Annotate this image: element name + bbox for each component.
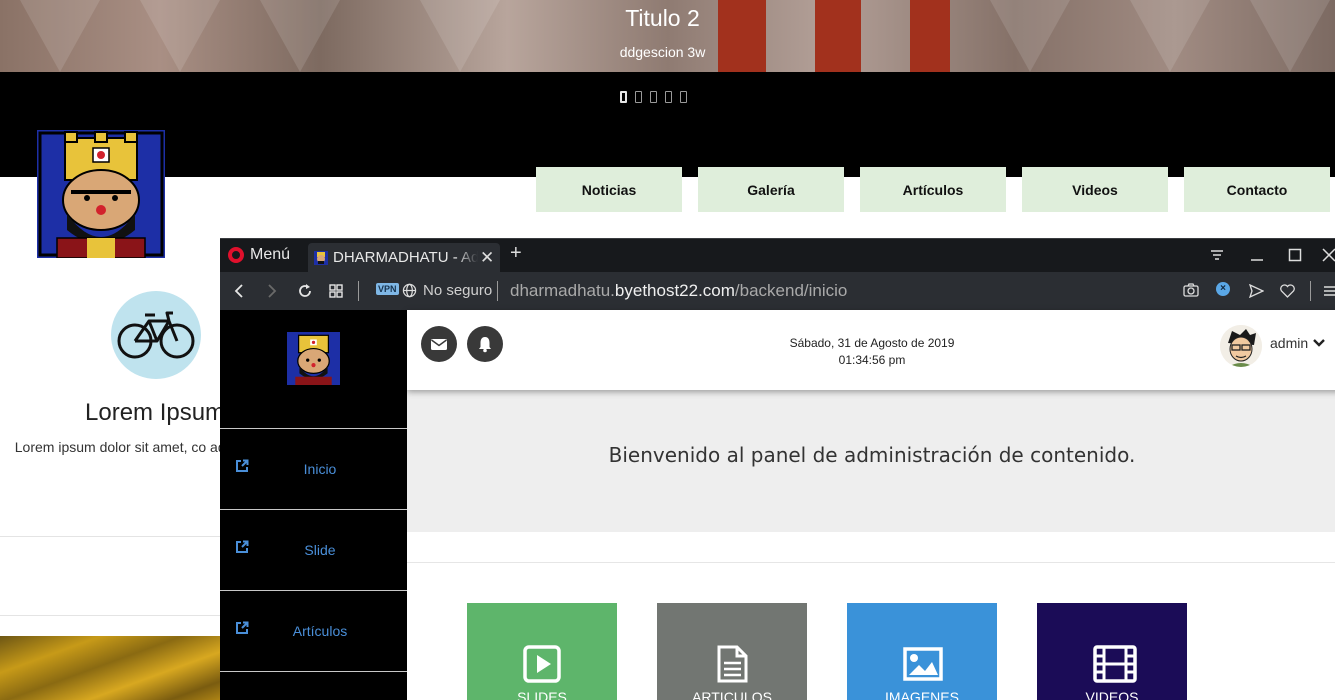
header-band	[0, 72, 1335, 177]
avatar[interactable]	[1220, 325, 1262, 367]
tile-label: SLIDES	[517, 689, 567, 700]
browser-tab[interactable]: DHARMADHATU - Admin ✕	[308, 243, 500, 273]
current-date: Sábado, 31 de Agosto de 2019	[789, 336, 955, 350]
admin-main: Sábado, 31 de Agosto de 2019 01:34:56 pm…	[407, 310, 1335, 700]
document-icon	[717, 645, 748, 683]
tile-videos[interactable]: VIDEOS	[1037, 603, 1187, 700]
sidebar-divider	[220, 671, 407, 672]
slider-dot[interactable]	[665, 91, 672, 103]
hero-subtitle: ddgescion 3w	[619, 44, 706, 60]
sidebar-item-label: Slide	[304, 542, 336, 558]
separator	[497, 281, 498, 301]
tile-imagenes[interactable]: IMAGENES	[847, 603, 997, 700]
tile-slides[interactable]: SLIDES	[467, 603, 617, 700]
sidebar-item-inicio[interactable]: Inicio	[220, 429, 407, 509]
new-tab-button[interactable]: +	[510, 242, 522, 265]
browser-menu-button[interactable]: Menú	[228, 246, 290, 264]
messages-button[interactable]	[421, 326, 457, 362]
nav-noticias[interactable]: Noticias	[536, 167, 682, 212]
vpn-badge[interactable]: VPN	[376, 283, 399, 295]
address-bar: VPN No seguro dharmadhatu.byethost22.com…	[220, 272, 1335, 310]
hero-title: Titulo 2	[625, 5, 700, 31]
play-icon	[523, 645, 561, 683]
maximize-icon[interactable]	[1288, 248, 1302, 262]
globe-icon[interactable]	[402, 283, 417, 298]
king-logo[interactable]	[287, 330, 340, 387]
sidebar-item-label: Artículos	[292, 623, 348, 639]
divider	[407, 562, 1335, 563]
tab-title: DHARMADHATU - Admin	[333, 249, 478, 266]
user-avatar-image	[1220, 325, 1262, 367]
nav-articulos[interactable]: Artículos	[860, 167, 1006, 212]
easy-setup-icon[interactable]	[1323, 284, 1335, 298]
separator	[358, 281, 359, 301]
tile-label: IMAGENES	[885, 689, 959, 700]
url-path: /backend/inicio	[734, 281, 848, 300]
slider-dot[interactable]	[635, 91, 642, 103]
browser-window: Menú DHARMADHATU - Admin ✕ +	[220, 238, 1335, 700]
send-icon[interactable]	[1249, 284, 1264, 298]
reload-icon[interactable]	[297, 283, 313, 299]
admin-topbar: Sábado, 31 de Agosto de 2019 01:34:56 pm…	[407, 310, 1335, 390]
url-domain: byethost22.com	[614, 281, 735, 300]
close-icon[interactable]: ✕	[480, 248, 494, 268]
king-favicon-icon	[314, 251, 328, 265]
admin-sidebar: Inicio Slide Artículos	[220, 310, 407, 700]
tile-label: ARTICULOS	[692, 689, 772, 700]
tile-articulos[interactable]: ARTICULOS	[657, 603, 807, 700]
envelope-icon	[431, 339, 447, 350]
url-field[interactable]: dharmadhatu.byethost22.com/backend/inici…	[510, 281, 847, 301]
nav-contacto[interactable]: Contacto	[1184, 167, 1330, 212]
slider-dot[interactable]	[650, 91, 657, 103]
slider-dot[interactable]	[620, 91, 627, 103]
opera-icon	[228, 247, 244, 263]
king-logo[interactable]	[37, 130, 165, 258]
film-icon	[1093, 645, 1137, 683]
url-prefix: dharmadhatu.	[510, 281, 615, 300]
sidebar-item-label: Inicio	[303, 461, 337, 477]
slider-dot[interactable]	[680, 91, 687, 103]
welcome-message: Bienvenido al panel de administración de…	[608, 443, 1136, 467]
speed-dial-icon[interactable]	[329, 284, 343, 298]
sidebar-item-articulos[interactable]: Artículos	[220, 591, 407, 671]
welcome-panel: Bienvenido al panel de administración de…	[407, 390, 1335, 532]
divider	[0, 536, 230, 537]
forward-icon[interactable]	[267, 284, 277, 298]
bell-icon	[479, 337, 491, 353]
feature-circle	[111, 291, 201, 379]
current-time: 01:34:56 pm	[838, 353, 906, 367]
bicycle-icon	[117, 311, 195, 359]
tab-bar: Menú DHARMADHATU - Admin ✕ +	[220, 238, 1335, 273]
feature-title: Lorem Ipsum	[85, 399, 226, 426]
heart-icon[interactable]	[1280, 284, 1295, 298]
nav-videos[interactable]: Videos	[1022, 167, 1168, 212]
tab-menu-icon[interactable]	[1210, 248, 1224, 262]
datetime: Sábado, 31 de Agosto de 2019 01:34:56 pm	[747, 335, 997, 369]
minimize-icon[interactable]	[1250, 248, 1264, 262]
adblock-icon[interactable]: ×	[1216, 282, 1230, 296]
image-icon	[903, 647, 943, 681]
sidebar-item-slide[interactable]: Slide	[220, 510, 407, 590]
camera-icon[interactable]	[1183, 283, 1199, 298]
security-status[interactable]: No seguro	[423, 282, 492, 299]
photo-strip	[0, 636, 230, 700]
separator	[1310, 281, 1311, 301]
nav-galeria[interactable]: Galería	[698, 167, 844, 212]
tile-label: VIDEOS	[1085, 689, 1139, 700]
divider	[0, 615, 230, 616]
notifications-button[interactable]	[467, 326, 503, 362]
slider-indicators[interactable]	[620, 91, 687, 103]
window-close-icon[interactable]	[1322, 248, 1335, 262]
back-icon[interactable]	[234, 284, 244, 298]
chevron-down-icon[interactable]	[1313, 338, 1325, 348]
user-menu[interactable]: admin	[1270, 335, 1308, 351]
menu-label: Menú	[250, 246, 291, 263]
